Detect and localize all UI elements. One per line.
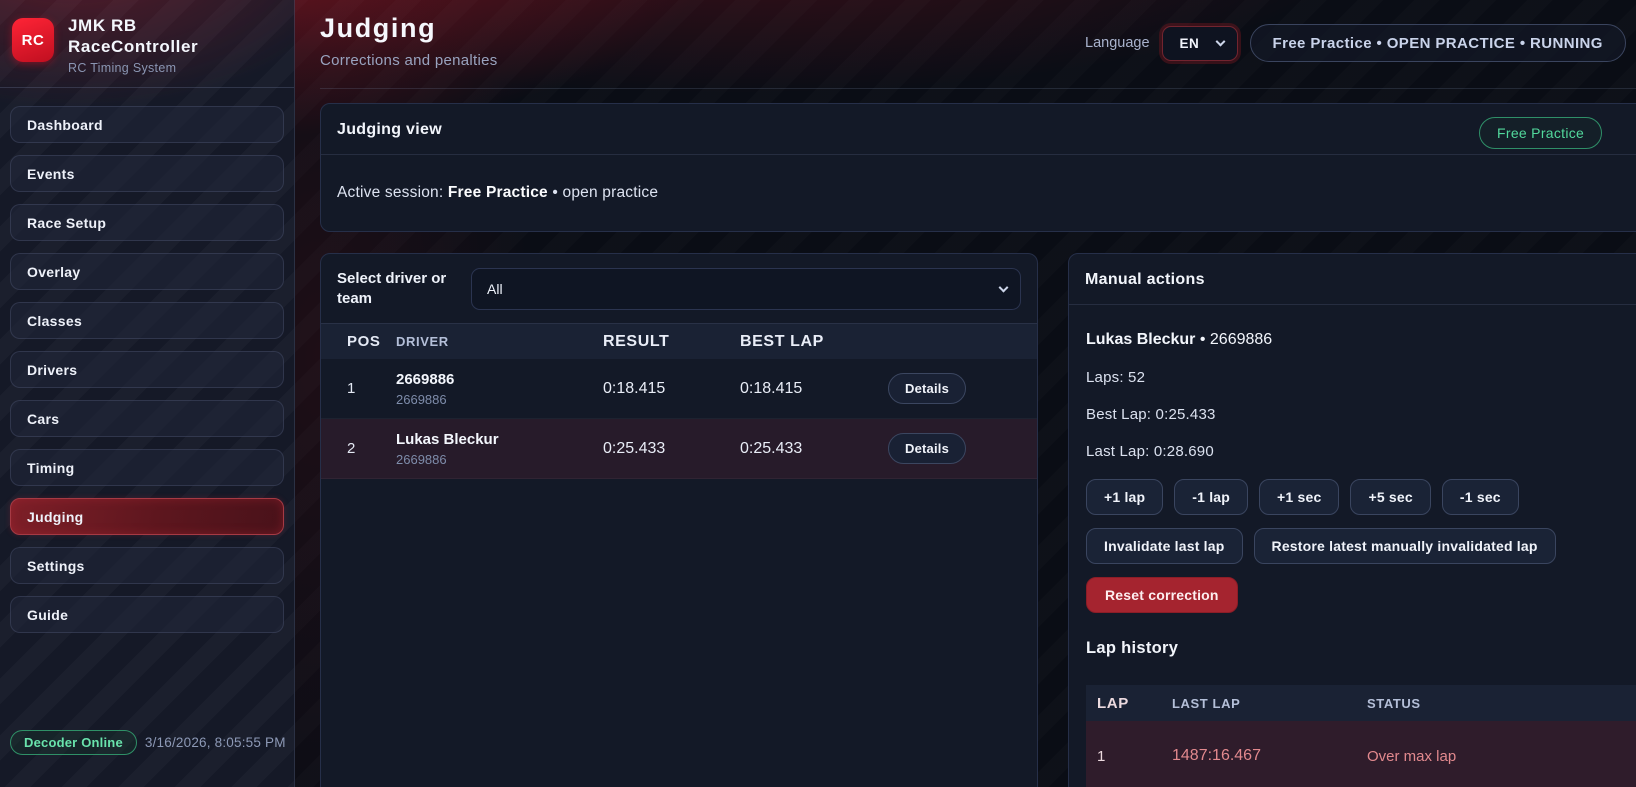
sidebar-nav: Dashboard Events Race Setup Overlay Clas… [0, 88, 294, 633]
lap-time: 1487:16.467 [1172, 747, 1367, 765]
sidebar-item-dashboard[interactable]: Dashboard [10, 106, 284, 143]
chevron-down-icon [1215, 37, 1225, 47]
active-session-suffix: • open practice [548, 184, 658, 201]
app-root: RC JMK RB RaceController RC Timing Syste… [0, 0, 1636, 787]
row-actions: Details [888, 433, 1037, 464]
active-session-line: Active session: Free Practice • open pra… [321, 155, 1636, 231]
selected-driver-name: Lukas Bleckur [1086, 331, 1195, 348]
quick-action-buttons: +1 lap -1 lap +1 sec +5 sec -1 sec [1086, 479, 1636, 515]
driver-select-value: All [487, 281, 503, 297]
language-value: EN [1180, 36, 1200, 51]
driver-table-header: POS DRIVER RESULT BEST LAP [321, 323, 1037, 359]
brand-title: JMK RB RaceController [68, 16, 198, 57]
sidebar-item-guide[interactable]: Guide [10, 596, 284, 633]
sidebar-item-cars[interactable]: Cars [10, 400, 284, 437]
table-row[interactable]: 2 Lukas Bleckur 2669886 0:25.433 0:25.43… [321, 419, 1037, 479]
brand-logo-icon: RC [12, 18, 54, 62]
col-last-lap: LAST LAP [1172, 696, 1367, 711]
driver-name: 2669886 [396, 371, 603, 388]
sidebar-item-judging[interactable]: Judging [10, 498, 284, 535]
col-driver: DRIVER [396, 334, 603, 349]
minus-1-lap-button[interactable]: -1 lap [1174, 479, 1248, 515]
lap-status: Over max lap [1367, 748, 1636, 765]
brand-header: RC JMK RB RaceController RC Timing Syste… [0, 0, 294, 88]
lap-validation-buttons: Invalidate last lap Restore latest manua… [1086, 528, 1636, 564]
lap-number: 1 [1086, 748, 1172, 765]
brand-title-line1: JMK RB [68, 16, 198, 37]
col-status: STATUS [1367, 696, 1636, 711]
driver-select-label: Select driver or team [337, 269, 461, 310]
sidebar-item-race-setup[interactable]: Race Setup [10, 204, 284, 241]
plus-5-sec-button[interactable]: +5 sec [1350, 479, 1430, 515]
sidebar-status: Decoder Online 3/16/2026, 8:05:55 PM [10, 730, 286, 755]
judging-view-title: Judging view [321, 104, 1636, 155]
sidebar-item-settings[interactable]: Settings [10, 547, 284, 584]
row-best-lap: 0:25.433 [740, 440, 888, 458]
restore-invalidated-lap-button[interactable]: Restore latest manually invalidated lap [1254, 528, 1556, 564]
driver-number: 2669886 [396, 452, 603, 467]
status-timestamp: 3/16/2026, 8:05:55 PM [145, 735, 286, 750]
row-driver: Lukas Bleckur 2669886 [396, 431, 603, 467]
lap-history-table: LAP LAST LAP STATUS 1 1487:16.467 Over m… [1086, 685, 1636, 787]
driver-number: 2669886 [396, 392, 603, 407]
row-actions: Details [888, 373, 1037, 404]
brand-subtitle: RC Timing System [68, 61, 198, 75]
row-result: 0:25.433 [603, 440, 740, 458]
chevron-down-icon [999, 283, 1009, 293]
sidebar-item-classes[interactable]: Classes [10, 302, 284, 339]
header-controls: Language EN Free Practice • OPEN PRACTIC… [1085, 24, 1626, 62]
driver-select[interactable]: All [471, 268, 1021, 310]
row-pos: 1 [321, 380, 396, 397]
manual-actions-body: Lukas Bleckur • 2669886 Laps: 52 Best La… [1069, 305, 1636, 787]
session-status-badge: Free Practice • OPEN PRACTICE • RUNNING [1250, 24, 1626, 62]
col-result: RESULT [603, 333, 740, 351]
col-lap: LAP [1086, 695, 1172, 712]
active-session-prefix: Active session: [337, 184, 448, 201]
col-best-lap: BEST LAP [740, 333, 888, 351]
table-row[interactable]: 1 2669886 2669886 0:18.415 0:18.415 Deta… [321, 359, 1037, 419]
row-driver: 2669886 2669886 [396, 371, 603, 407]
brand-text: JMK RB RaceController RC Timing System [68, 16, 198, 75]
reset-correction-button[interactable]: Reset correction [1086, 577, 1238, 613]
selected-driver-number: 2669886 [1210, 331, 1272, 348]
plus-1-lap-button[interactable]: +1 lap [1086, 479, 1163, 515]
driver-select-row: Select driver or team All [321, 254, 1037, 323]
sidebar-item-drivers[interactable]: Drivers [10, 351, 284, 388]
laps-line: Laps: 52 [1086, 369, 1636, 386]
decoder-status-badge: Decoder Online [10, 730, 137, 755]
details-button[interactable]: Details [888, 433, 966, 464]
sidebar-item-timing[interactable]: Timing [10, 449, 284, 486]
sidebar-item-overlay[interactable]: Overlay [10, 253, 284, 290]
lap-history-row[interactable]: 1 1487:16.467 Over max lap [1086, 721, 1636, 787]
brand-title-line2: RaceController [68, 37, 198, 58]
free-practice-badge: Free Practice [1479, 117, 1602, 149]
plus-1-sec-button[interactable]: +1 sec [1259, 479, 1339, 515]
sidebar: RC JMK RB RaceController RC Timing Syste… [0, 0, 295, 787]
lap-history-header: LAP LAST LAP STATUS [1086, 685, 1636, 721]
main-content: Judging Corrections and penalties Langua… [320, 0, 1636, 787]
manual-actions-panel: Manual actions Lukas Bleckur • 2669886 L… [1068, 253, 1636, 787]
sidebar-item-events[interactable]: Events [10, 155, 284, 192]
row-pos: 2 [321, 440, 396, 457]
lap-history-title: Lap history [1086, 639, 1636, 658]
row-best-lap: 0:18.415 [740, 380, 888, 398]
header-divider [320, 88, 1636, 89]
judging-view-panel: Judging view Free Practice Active sessio… [320, 103, 1636, 232]
selected-driver-line: Lukas Bleckur • 2669886 [1086, 331, 1636, 349]
row-result: 0:18.415 [603, 380, 740, 398]
driver-separator: • [1195, 331, 1210, 348]
language-label: Language [1085, 35, 1150, 51]
driver-panel: Select driver or team All POS DRIVER RES… [320, 253, 1038, 787]
active-session-name: Free Practice [448, 184, 548, 201]
col-pos: POS [321, 333, 396, 350]
details-button[interactable]: Details [888, 373, 966, 404]
last-lap-line: Last Lap: 0:28.690 [1086, 443, 1636, 460]
driver-name: Lukas Bleckur [396, 431, 603, 448]
language-select[interactable]: EN [1162, 26, 1238, 61]
manual-actions-title: Manual actions [1069, 254, 1636, 305]
invalidate-last-lap-button[interactable]: Invalidate last lap [1086, 528, 1243, 564]
panels-row: Select driver or team All POS DRIVER RES… [320, 253, 1636, 787]
minus-1-sec-button[interactable]: -1 sec [1442, 479, 1519, 515]
best-lap-line: Best Lap: 0:25.433 [1086, 406, 1636, 423]
